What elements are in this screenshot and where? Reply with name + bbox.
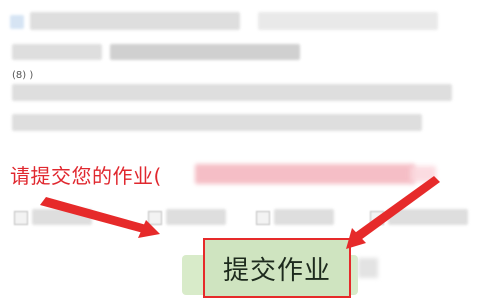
blurred-text-line-4 [12,114,422,131]
option-label-2 [166,209,226,225]
option-label-3 [274,209,334,225]
blurred-text-line-2 [12,44,102,60]
blurred-text-line-2b [110,44,300,60]
blurred-text-line-3 [12,84,452,101]
blurred-prompt-suffix [195,164,415,184]
blurred-side-element [358,258,378,278]
option-checkbox-2[interactable] [148,211,162,225]
homework-prompt: 请提交您的作业( [10,164,162,188]
option-checkbox-1[interactable] [14,211,28,225]
blurred-text-line-1 [30,12,240,30]
blurred-icon-square [10,15,24,29]
option-label-1 [32,209,92,225]
option-label-4 [388,209,468,225]
option-checkbox-4[interactable] [370,211,384,225]
submit-homework-button[interactable]: 提交作业 [203,238,351,298]
option-checkbox-3[interactable] [256,211,270,225]
blurred-text-line-1b [258,12,438,30]
blurred-prompt-tail [410,166,436,182]
small-glyph: (8) ) [12,70,34,81]
